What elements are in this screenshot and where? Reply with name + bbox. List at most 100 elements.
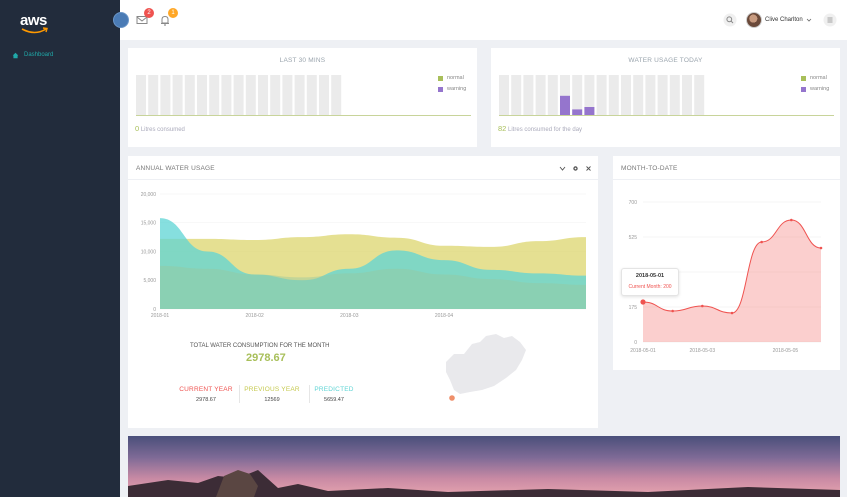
legend-normal: normal	[801, 75, 827, 81]
sidebar: aws Dashboard	[0, 0, 120, 497]
bar-slot	[535, 75, 546, 115]
card-title: LAST 30 MINS	[279, 57, 326, 64]
legend-swatch-warning	[438, 86, 443, 92]
bar-slot	[596, 75, 607, 115]
aws-logo[interactable]: aws	[20, 12, 60, 38]
landscape-banner-image	[128, 436, 840, 497]
bar-slot	[136, 75, 146, 115]
collapse-chevron-icon[interactable]	[559, 165, 566, 172]
bar-warning	[560, 95, 570, 115]
mail-badge: 2	[144, 8, 154, 18]
bar-slot	[669, 75, 680, 115]
footer-consumed: 0 Litres consumed	[135, 124, 185, 133]
bar-slot	[258, 75, 268, 115]
bar-slot	[209, 75, 220, 115]
y-tick-label: 20,000	[141, 192, 157, 198]
mountain-silhouette	[128, 470, 840, 497]
card-header: ANNUAL WATER USAGE	[128, 156, 598, 180]
sidebar-item-dashboard[interactable]: Dashboard	[12, 49, 53, 61]
bar-slot	[233, 75, 244, 115]
bar-slot	[523, 75, 534, 115]
footer-label: Litres consumed	[140, 127, 185, 133]
home-icon	[12, 52, 19, 58]
legend-label: normal	[447, 75, 464, 81]
bar-slot	[245, 75, 256, 115]
bar-slot	[294, 75, 305, 115]
bar-slot	[682, 75, 692, 115]
user-name: Clive Charlton	[765, 17, 803, 23]
legend-normal: normal	[438, 75, 464, 81]
bell-badge: 1	[168, 8, 178, 18]
bar-slot	[499, 75, 509, 115]
x-tick-label: 2018-05-01	[630, 348, 656, 354]
footer-value: 82	[498, 124, 507, 133]
stat-value: 5659.47	[324, 397, 344, 403]
mtd-point	[790, 218, 793, 222]
bar-chart-today	[499, 75, 834, 116]
card-water-usage-today: WATER USAGE TODAY normal warning 82 Litr…	[491, 48, 840, 147]
bar-slot	[572, 75, 583, 115]
annual-area-chart: 0 5,000 10,000 15,000 20,000 2018-01 2018-02 20…	[141, 192, 586, 319]
card-month-to-date: MONTH-TO-DATE 01753505257002018-05-01201…	[613, 156, 840, 370]
close-icon[interactable]	[585, 165, 592, 172]
y-tick-label: 5,000	[143, 278, 156, 284]
legend-swatch-normal	[801, 75, 806, 81]
legend-swatch-warning	[801, 86, 806, 92]
card-title: ANNUAL WATER USAGE	[136, 165, 215, 172]
map-marker[interactable]	[449, 395, 455, 401]
bar-slot	[221, 75, 232, 115]
card-last-30-mins: LAST 30 MINS normal warning 0 Litres con…	[128, 48, 477, 147]
total-consumption-label: TOTAL WATER CONSUMPTION FOR THE MONTH	[190, 343, 330, 349]
legend-swatch-normal	[438, 75, 443, 81]
legend-label: warning	[810, 86, 830, 92]
card-title: MONTH-TO-DATE	[621, 165, 678, 172]
x-tick-label: 2018-03	[340, 313, 359, 319]
chart-tooltip: 2018-05-01 Current Month: 200	[621, 268, 679, 296]
bar-slot	[270, 75, 281, 115]
x-tick-label: 2018-05-03	[690, 348, 716, 354]
hamburger-menu-icon[interactable]	[823, 13, 837, 27]
y-tick-label: 0	[153, 307, 156, 313]
mtd-point	[640, 299, 646, 305]
aws-smile-icon	[21, 27, 48, 34]
legend-label: warning	[447, 86, 467, 92]
bar-slot	[511, 75, 522, 115]
gear-icon[interactable]	[572, 165, 579, 172]
x-tick-label: 2018-02	[245, 313, 264, 319]
mtd-point	[671, 309, 674, 313]
tooltip-text: Current Month: 200	[628, 284, 672, 290]
bar-slot	[657, 75, 668, 115]
y-tick-label: 175	[629, 305, 638, 311]
footer-consumed: 82 Litres consumed for the day	[498, 124, 582, 133]
topbar: 2 1 Clive Charlton	[113, 0, 847, 40]
bar-slot	[645, 75, 656, 115]
bar-slot	[621, 75, 631, 115]
footer-value: 0	[135, 124, 140, 133]
y-tick-label: 525	[629, 235, 638, 241]
user-menu[interactable]: Clive Charlton	[746, 10, 812, 30]
mtd-point	[730, 311, 734, 315]
total-consumption-value: 2978.67	[246, 352, 286, 364]
search-icon[interactable]	[723, 13, 737, 27]
bar-slot	[282, 75, 293, 115]
mtd-point	[819, 246, 823, 250]
stat-label: PREDICTED	[314, 386, 354, 393]
bar-slot	[306, 75, 317, 115]
south-africa-map	[446, 334, 526, 401]
bar-slot	[633, 75, 644, 115]
menu-toggle-button[interactable]	[113, 12, 129, 28]
stat-predicted: PREDICTED 5659.47	[294, 386, 374, 403]
bar-slot	[331, 75, 342, 115]
card-header: MONTH-TO-DATE	[613, 156, 840, 180]
bar-slot	[319, 75, 329, 115]
bar-warning	[584, 107, 595, 115]
bar-slot	[694, 75, 705, 115]
card-title: WATER USAGE TODAY	[628, 57, 703, 64]
chevron-down-icon	[806, 18, 811, 22]
bar-slot	[608, 75, 619, 115]
avatar	[746, 12, 762, 28]
legend-label: normal	[810, 75, 827, 81]
y-tick-label: 15,000	[141, 221, 157, 227]
bar-chart-last-30	[136, 75, 471, 116]
legend-warning: warning	[801, 86, 829, 92]
